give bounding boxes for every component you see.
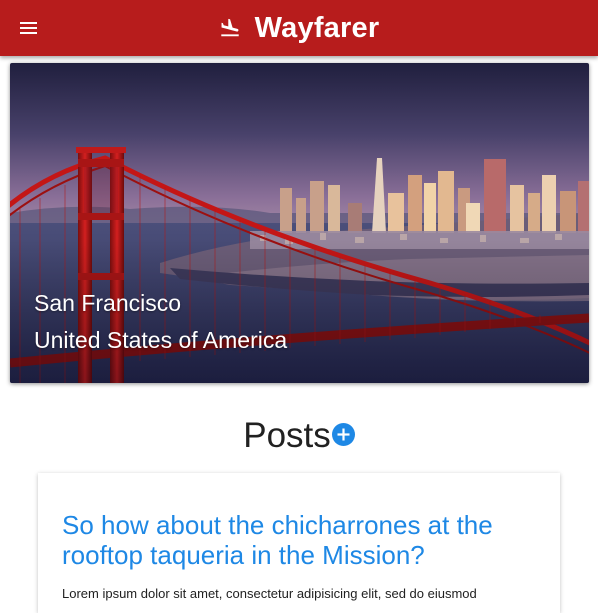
city-name: San Francisco	[34, 290, 182, 316]
app-title: Wayfarer	[254, 11, 380, 44]
add-post-button[interactable]	[331, 423, 355, 446]
add-circle-icon	[337, 428, 350, 441]
post-title-link[interactable]: So how about the chicharrones at the roo…	[62, 510, 542, 570]
city-hero: San Francisco United States of America	[10, 63, 589, 383]
post-excerpt: Lorem ipsum dolor sit amet, consectetur …	[62, 586, 477, 601]
posts-title: Posts	[243, 416, 331, 455]
brand: Wayfarer	[0, 0, 598, 56]
app-bar: Wayfarer	[0, 0, 598, 56]
post-card: So how about the chicharrones at the roo…	[38, 473, 560, 613]
posts-header: Posts	[0, 413, 598, 459]
flight-landing-icon	[220, 18, 239, 37]
country-name: United States of America	[34, 327, 288, 353]
menu-button[interactable]	[14, 14, 42, 42]
